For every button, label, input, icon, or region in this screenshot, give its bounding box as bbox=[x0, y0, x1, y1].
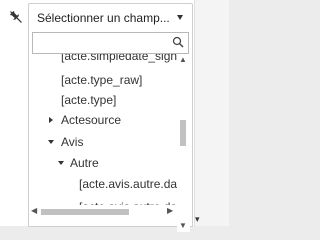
scroll-left-icon[interactable]: ◀ bbox=[31, 207, 37, 215]
horizontal-scroll-thumb[interactable] bbox=[41, 209, 129, 215]
field-picker-header: Sélectionner un champ... bbox=[0, 0, 194, 34]
scroll-down-icon[interactable]: ▼ bbox=[179, 222, 187, 230]
tree-item-label: [acte.type] bbox=[61, 93, 117, 107]
scroll-up-icon[interactable]: ▲ bbox=[179, 56, 187, 64]
tree-item[interactable]: [acte.simpledate_signature] bbox=[61, 54, 177, 66]
caret-right-icon[interactable] bbox=[49, 117, 53, 123]
field-picker-panel: Sélectionner un champ... [acte.simpledat… bbox=[0, 0, 194, 232]
tree-item-label: [acte.type_raw] bbox=[61, 73, 143, 87]
tree-item[interactable]: [acte.type_raw] bbox=[61, 70, 142, 90]
field-select-label: Sélectionner un champ... bbox=[37, 11, 170, 25]
tree-item-label: Autre bbox=[70, 156, 99, 170]
field-select[interactable]: Sélectionner un champ... bbox=[28, 3, 193, 33]
vertical-scrollbar[interactable]: ▲ ▼ bbox=[177, 54, 190, 232]
caret-down-icon[interactable] bbox=[48, 140, 54, 144]
tree-item-label: Actesource bbox=[61, 113, 122, 127]
pin-button[interactable] bbox=[5, 6, 27, 28]
search-input[interactable] bbox=[33, 33, 168, 51]
tree-item[interactable]: [acte.type] bbox=[61, 90, 116, 110]
background-panel-right: ▾ bbox=[194, 0, 229, 226]
search-icon bbox=[172, 36, 184, 48]
tree-item-label: [acte.avis.autre.date_envoi bbox=[79, 177, 177, 191]
caret-down-icon[interactable] bbox=[58, 161, 64, 165]
tree-item[interactable]: [acte.avis.autre.date_envoi bbox=[79, 174, 177, 194]
chevron-down-icon bbox=[177, 15, 183, 20]
vertical-scroll-thumb[interactable] bbox=[180, 120, 186, 146]
horizontal-scrollbar[interactable]: ◀ ▶ bbox=[29, 205, 177, 218]
search-box bbox=[32, 32, 189, 54]
scroll-right-icon[interactable]: ▶ bbox=[167, 207, 173, 215]
tree-item-label: [acte.simpledate_signature] bbox=[61, 54, 177, 63]
pin-icon bbox=[9, 10, 22, 23]
field-dropdown: [acte.simpledate_signature] [acte.type_r… bbox=[28, 30, 193, 232]
background-arrow-icon: ▾ bbox=[195, 214, 200, 224]
tree-item-label: Avis bbox=[61, 135, 84, 149]
